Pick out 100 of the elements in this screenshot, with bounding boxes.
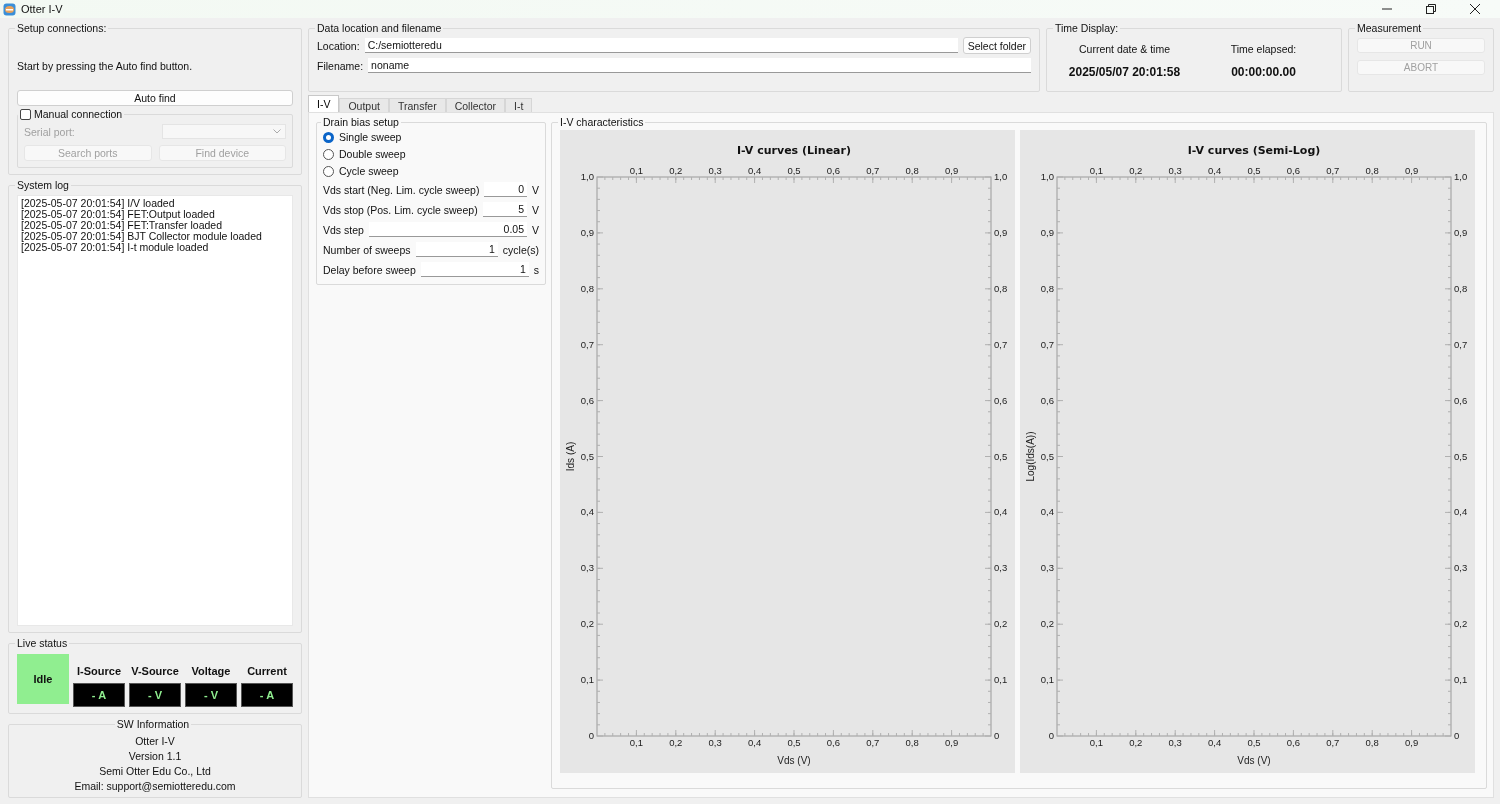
y-tick-label: 0,1: [1040, 674, 1054, 686]
y-tick-label: 0,4: [994, 506, 1008, 518]
y-tick-label: 0,3: [1454, 562, 1468, 574]
checkbox-label[interactable]: Manual connection: [34, 108, 123, 120]
location-label: Location:: [317, 39, 360, 52]
tab[interactable]: Output: [339, 98, 389, 112]
x-tick-label: 0,7: [866, 165, 880, 176]
section-title: Measurement: [1356, 22, 1423, 34]
y-tick-label: 1,0: [580, 171, 594, 182]
tab[interactable]: I-V: [308, 95, 340, 112]
app-logo-icon: [3, 2, 16, 16]
x-tick-label: 0,1: [629, 737, 643, 748]
x-tick-label: 0,3: [708, 737, 722, 748]
y-tick-label: 0,7: [1454, 338, 1468, 350]
readout-label: I-Source: [76, 664, 122, 677]
log-line: [2025-05-07 20:01:54] FET:Output loaded: [21, 209, 215, 220]
section-title: Time Display:: [1054, 22, 1120, 34]
y-tick-label: 0,3: [1040, 562, 1054, 574]
parameter-label: Vds start (Neg. Lim. cycle sweep): [323, 183, 480, 196]
y-tick-label: 0,5: [994, 450, 1008, 462]
tab[interactable]: I-t: [505, 98, 533, 112]
x-tick-label: 0,4: [748, 165, 762, 176]
x-tick-label: 0,5: [1247, 737, 1261, 748]
x-tick-label: 0,8: [905, 737, 919, 748]
y-tick-label: 0,6: [994, 394, 1008, 406]
x-axis-label: Vds (V): [1237, 755, 1271, 766]
y-axis-label: Log(Ids(A)): [1025, 431, 1036, 482]
y-tick-label: 0,4: [1454, 506, 1468, 518]
x-axis-label: Vds (V): [777, 755, 811, 766]
info-text: Semi Otter Edu Co., Ltd: [98, 764, 212, 779]
x-tick-label: 0,2: [1129, 737, 1143, 748]
radio-button[interactable]: [323, 131, 334, 143]
parameter-field[interactable]: 0.05: [368, 222, 527, 237]
parameter-field[interactable]: 1: [415, 242, 498, 257]
y-tick-label: 0,3: [580, 562, 594, 574]
log-line: [2025-05-07 20:01:54] I/V loaded: [21, 198, 175, 209]
checkbox[interactable]: [20, 108, 31, 120]
x-tick-label: 0,9: [1405, 165, 1419, 176]
y-tick-label: 0,7: [1040, 338, 1054, 350]
chart-title: I-V curves (Semi-Log): [1187, 144, 1321, 157]
radio-button[interactable]: [323, 165, 334, 177]
x-tick-label: 0,9: [1405, 737, 1419, 748]
y-tick-label: 0,2: [994, 618, 1008, 630]
readout-label: Current: [246, 664, 288, 677]
maximize-icon[interactable]: [1426, 4, 1436, 14]
section-title: SW Information: [115, 718, 191, 730]
unit-label: V: [532, 203, 539, 216]
location-field[interactable]: C:/semiotteredu: [364, 38, 958, 53]
parameter-field[interactable]: 1: [420, 262, 529, 277]
x-tick-label: 0,4: [748, 737, 762, 748]
x-tick-label: 0,1: [1089, 165, 1103, 176]
y-tick-label: 0,7: [580, 338, 594, 350]
info-text: Otter I-V: [134, 734, 176, 749]
radio-label[interactable]: Single sweep: [339, 131, 402, 143]
y-tick-label: 0,1: [994, 674, 1008, 686]
x-tick-label: 0,2: [669, 165, 683, 176]
x-tick-label: 0,6: [826, 165, 840, 176]
y-tick-label: 0,9: [1454, 226, 1468, 238]
parameter-field[interactable]: 5: [482, 202, 527, 217]
y-tick-label: 0,8: [580, 282, 594, 294]
status-indicator: Idle: [17, 654, 69, 704]
y-tick-label: 0,9: [580, 226, 594, 238]
unit-label: s: [533, 263, 539, 276]
filename-field[interactable]: noname: [368, 58, 1031, 73]
y-tick-label: 1,0: [994, 171, 1008, 182]
y-tick-label: 0,6: [580, 394, 594, 406]
tab[interactable]: Collector: [445, 98, 506, 112]
y-tick-label: 0: [1048, 730, 1054, 741]
y-tick-label: 0,5: [1040, 450, 1054, 462]
section-title: System log: [16, 179, 70, 191]
readout-label: V-Source: [130, 664, 180, 677]
y-tick-label: 0,2: [1454, 618, 1468, 630]
x-tick-label: 0,2: [669, 737, 683, 748]
caret-icon: [273, 129, 281, 134]
radio-label[interactable]: Double sweep: [339, 148, 406, 160]
x-tick-label: 0,5: [787, 737, 801, 748]
auto-find-button[interactable]: Auto find: [17, 90, 293, 106]
y-tick-label: 0,1: [580, 674, 594, 686]
section-title: Data location and filename: [316, 22, 443, 34]
unit-label: cycle(s): [502, 243, 539, 256]
y-tick-label: 0,5: [1454, 450, 1468, 462]
section-title: Setup connections:: [16, 22, 108, 34]
filename-label: Filename:: [317, 59, 364, 72]
info-text: Email: support@semiotteredu.com: [73, 779, 237, 794]
y-tick-label: 0,2: [580, 618, 594, 630]
chart-title: I-V curves (Linear): [737, 144, 851, 157]
x-tick-label: 0,4: [1208, 737, 1222, 748]
y-tick-label: 0,1: [1454, 674, 1468, 686]
elapsed-time-label: Time elapsed:: [1229, 43, 1298, 55]
radio-label[interactable]: Cycle sweep: [339, 165, 399, 177]
y-tick-label: 0,7: [994, 338, 1008, 350]
parameter-label: Number of sweeps: [323, 243, 411, 256]
radio-button[interactable]: [323, 148, 334, 160]
tab[interactable]: Transfer: [388, 98, 446, 112]
select-folder-button[interactable]: Select folder: [962, 37, 1031, 54]
parameter-field[interactable]: 0: [484, 182, 527, 197]
instruction-text: Start by pressing the Auto find button.: [17, 60, 194, 72]
unit-label: V: [532, 183, 539, 196]
y-tick-label: 0,8: [1454, 282, 1468, 294]
close-icon[interactable]: [1470, 4, 1480, 14]
